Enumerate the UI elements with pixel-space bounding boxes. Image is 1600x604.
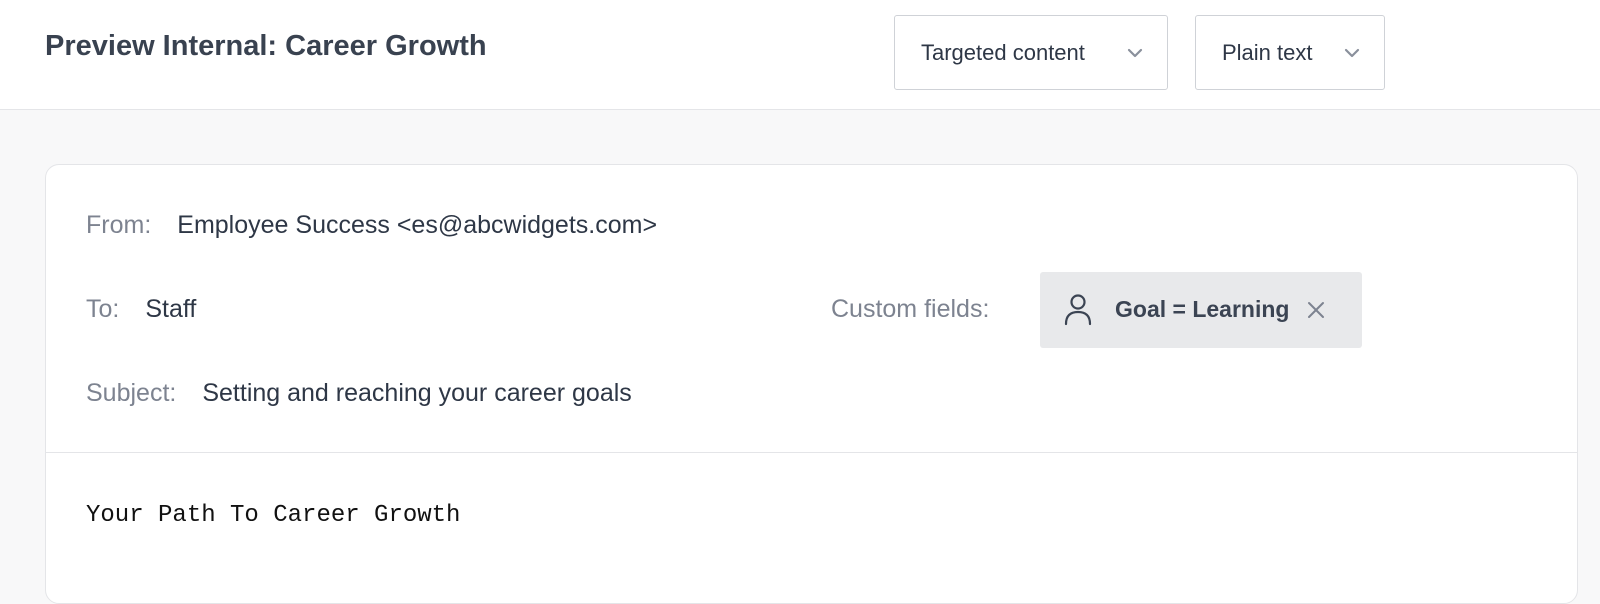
from-label: From:: [86, 211, 152, 239]
chevron-down-icon: [1344, 48, 1360, 58]
email-preview-card: From: Employee Success <es@abcwidgets.com…: [45, 164, 1578, 604]
to-value: Staff: [145, 295, 197, 323]
to-row: To: Staff: [86, 295, 196, 324]
to-label: To:: [86, 295, 120, 323]
dropdown-selected-value: Targeted content: [921, 39, 1085, 65]
custom-field-chip[interactable]: Goal = Learning: [1040, 272, 1362, 348]
custom-field-chip-label: Goal = Learning: [1115, 296, 1290, 322]
email-body-heading: Your Path To Career Growth: [86, 502, 461, 529]
close-icon[interactable]: [1306, 300, 1326, 320]
preview-header: Preview Internal: Career Growth Targeted…: [0, 0, 1600, 110]
chevron-down-icon: [1127, 48, 1143, 58]
dropdown-selected-value: Plain text: [1222, 39, 1313, 65]
divider: [46, 452, 1577, 453]
custom-fields-label: Custom fields:: [831, 295, 990, 323]
from-row: From: Employee Success <es@abcwidgets.com…: [86, 211, 657, 240]
page-title: Preview Internal: Career Growth: [45, 30, 487, 62]
targeted-content-dropdown[interactable]: Targeted content: [894, 15, 1168, 90]
subject-value: Setting and reaching your career goals: [202, 379, 632, 407]
subject-row: Subject: Setting and reaching your career…: [86, 379, 632, 408]
person-icon: [1064, 294, 1092, 326]
subject-label: Subject:: [86, 379, 177, 407]
from-value: Employee Success <es@abcwidgets.com>: [177, 211, 658, 239]
format-dropdown[interactable]: Plain text: [1195, 15, 1385, 90]
